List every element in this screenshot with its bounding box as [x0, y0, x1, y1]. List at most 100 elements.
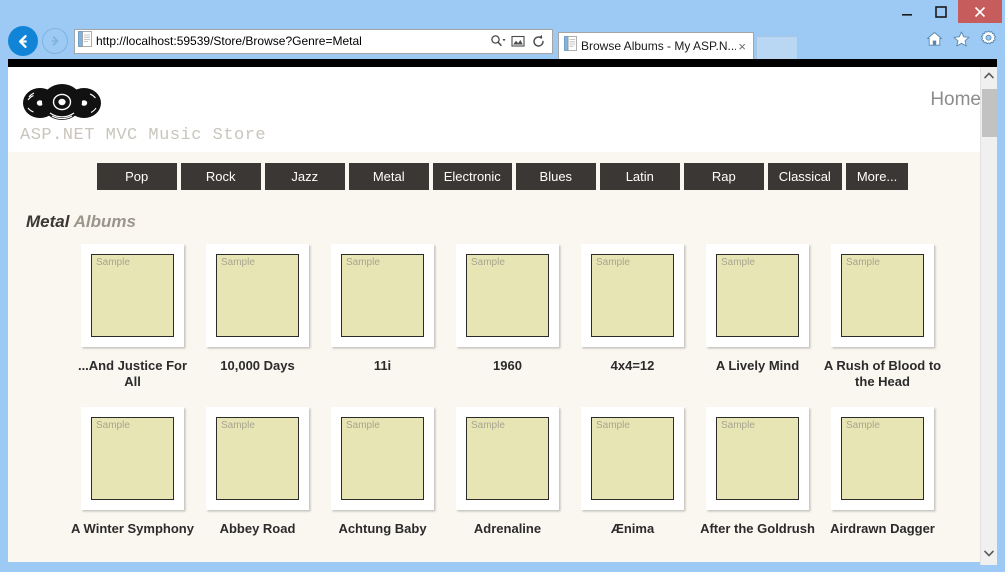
genre-button-metal[interactable]: Metal — [349, 163, 429, 190]
genre-button-classical[interactable]: Classical — [768, 163, 842, 190]
album-title-link[interactable]: 10,000 Days — [195, 358, 320, 374]
search-icon[interactable] — [488, 34, 508, 48]
page-title-suffix: Albums — [74, 212, 136, 231]
album-art-placeholder: Sample — [591, 417, 674, 500]
album-art-placeholder: Sample — [341, 254, 424, 337]
album-title-link[interactable]: Achtung Baby — [320, 521, 445, 537]
tab-close-icon[interactable]: × — [736, 39, 748, 54]
close-button[interactable] — [958, 0, 1002, 23]
forward-button[interactable] — [42, 28, 68, 54]
genre-button-pop[interactable]: Pop — [97, 163, 177, 190]
refresh-icon[interactable] — [528, 34, 548, 49]
album-art-sample-label: Sample — [96, 420, 130, 431]
album-cover-link[interactable]: Sample — [706, 244, 809, 347]
album-cover-link[interactable]: Sample — [206, 407, 309, 510]
back-button[interactable] — [8, 26, 38, 56]
genre-button-more[interactable]: More... — [846, 163, 908, 190]
album-title-link[interactable]: Airdrawn Dagger — [820, 521, 945, 537]
album-cover-link[interactable]: Sample — [831, 244, 934, 347]
album-art-sample-label: Sample — [471, 257, 505, 268]
tab-strip: Browse Albums - My ASP.N... × — [558, 23, 798, 59]
album-title-link[interactable]: Abbey Road — [195, 521, 320, 537]
album-title-link[interactable]: Ænima — [570, 521, 695, 537]
album-title-link[interactable]: Adrenaline — [445, 521, 570, 537]
album-art-placeholder: Sample — [216, 254, 299, 337]
album-art-placeholder: Sample — [466, 417, 549, 500]
genre-button-rap[interactable]: Rap — [684, 163, 764, 190]
maximize-button[interactable] — [924, 0, 958, 23]
album-item: Sample A Rush of Blood to the Head — [820, 244, 945, 390]
album-item: Sample Abbey Road — [195, 407, 320, 537]
album-cover-link[interactable]: Sample — [456, 407, 559, 510]
genre-button-latin[interactable]: Latin — [600, 163, 680, 190]
album-art-placeholder: Sample — [216, 417, 299, 500]
album-item: Sample Adrenaline — [445, 407, 570, 537]
album-item: Sample After the Goldrush — [695, 407, 820, 537]
album-cover-link[interactable]: Sample — [331, 244, 434, 347]
new-tab-button[interactable] — [756, 36, 798, 59]
album-art-placeholder: Sample — [466, 254, 549, 337]
album-art-sample-label: Sample — [846, 257, 880, 268]
genre-button-electronic[interactable]: Electronic — [433, 163, 512, 190]
album-item: Sample 4x4=12 — [570, 244, 695, 390]
album-art-sample-label: Sample — [721, 420, 755, 431]
compatibility-view-icon[interactable] — [508, 35, 528, 48]
tab-browse-albums[interactable]: Browse Albums - My ASP.N... × — [558, 32, 754, 59]
album-item: Sample Airdrawn Dagger — [820, 407, 945, 537]
home-icon[interactable] — [926, 31, 943, 52]
page-scrollbar[interactable] — [980, 67, 997, 565]
album-item: Sample ...And Justice For All — [70, 244, 195, 390]
window-controls — [890, 0, 1002, 23]
album-cover-link[interactable]: Sample — [331, 407, 434, 510]
home-link[interactable]: Home — [930, 89, 981, 111]
album-cover-link[interactable]: Sample — [706, 407, 809, 510]
album-title-link[interactable]: A Rush of Blood to the Head — [820, 358, 945, 390]
chrome-divider — [8, 59, 997, 67]
album-cover-link[interactable]: Sample — [831, 407, 934, 510]
album-art-sample-label: Sample — [221, 257, 255, 268]
album-title-link[interactable]: A Lively Mind — [695, 358, 820, 374]
tab-title: Browse Albums - My ASP.N... — [581, 39, 736, 53]
genre-button-blues[interactable]: Blues — [516, 163, 596, 190]
tab-favicon-icon — [564, 36, 577, 56]
genre-button-rock[interactable]: Rock — [181, 163, 261, 190]
title-bar — [0, 0, 1005, 23]
page-title: Metal Albums — [26, 212, 997, 232]
album-title-link[interactable]: ...And Justice For All — [70, 358, 195, 390]
vinyl-records-logo-icon[interactable] — [20, 81, 104, 126]
album-title-link[interactable]: 4x4=12 — [570, 358, 695, 374]
scrollbar-down-icon[interactable] — [981, 545, 997, 562]
album-title-link[interactable]: A Winter Symphony — [70, 521, 195, 537]
album-cover-link[interactable]: Sample — [81, 407, 184, 510]
tools-icon[interactable] — [980, 30, 997, 52]
album-cover-link[interactable]: Sample — [581, 407, 684, 510]
favorites-icon[interactable] — [953, 31, 970, 52]
album-title-link[interactable]: After the Goldrush — [695, 521, 820, 537]
site-header: ASP.NET MVC Music Store Home — [8, 67, 997, 152]
album-art-sample-label: Sample — [346, 257, 380, 268]
genre-navigation: Pop Rock Jazz Metal Electronic Blues Lat… — [8, 152, 997, 200]
url-text[interactable]: http://localhost:59539/Store/Browse?Genr… — [96, 34, 488, 48]
album-title-link[interactable]: 11i — [320, 358, 445, 374]
page-viewport: ASP.NET MVC Music Store Home Pop Rock Ja… — [8, 67, 997, 565]
album-art-placeholder: Sample — [841, 254, 924, 337]
album-cover-link[interactable]: Sample — [206, 244, 309, 347]
album-cover-link[interactable]: Sample — [81, 244, 184, 347]
genre-button-jazz[interactable]: Jazz — [265, 163, 345, 190]
page-title-genre: Metal — [26, 212, 69, 231]
navigation-bar: http://localhost:59539/Store/Browse?Genr… — [0, 23, 1005, 59]
minimize-button[interactable] — [890, 0, 924, 23]
scrollbar-thumb[interactable] — [982, 89, 997, 137]
album-art-sample-label: Sample — [346, 420, 380, 431]
album-art-placeholder: Sample — [591, 254, 674, 337]
address-bar[interactable]: http://localhost:59539/Store/Browse?Genr… — [74, 29, 553, 54]
scrollbar-up-icon[interactable] — [981, 67, 997, 84]
album-title-link[interactable]: 1960 — [445, 358, 570, 374]
album-item: Sample 10,000 Days — [195, 244, 320, 390]
album-art-placeholder: Sample — [341, 417, 424, 500]
album-art-sample-label: Sample — [96, 257, 130, 268]
album-art-sample-label: Sample — [596, 420, 630, 431]
album-art-placeholder: Sample — [716, 417, 799, 500]
album-cover-link[interactable]: Sample — [456, 244, 559, 347]
album-cover-link[interactable]: Sample — [581, 244, 684, 347]
